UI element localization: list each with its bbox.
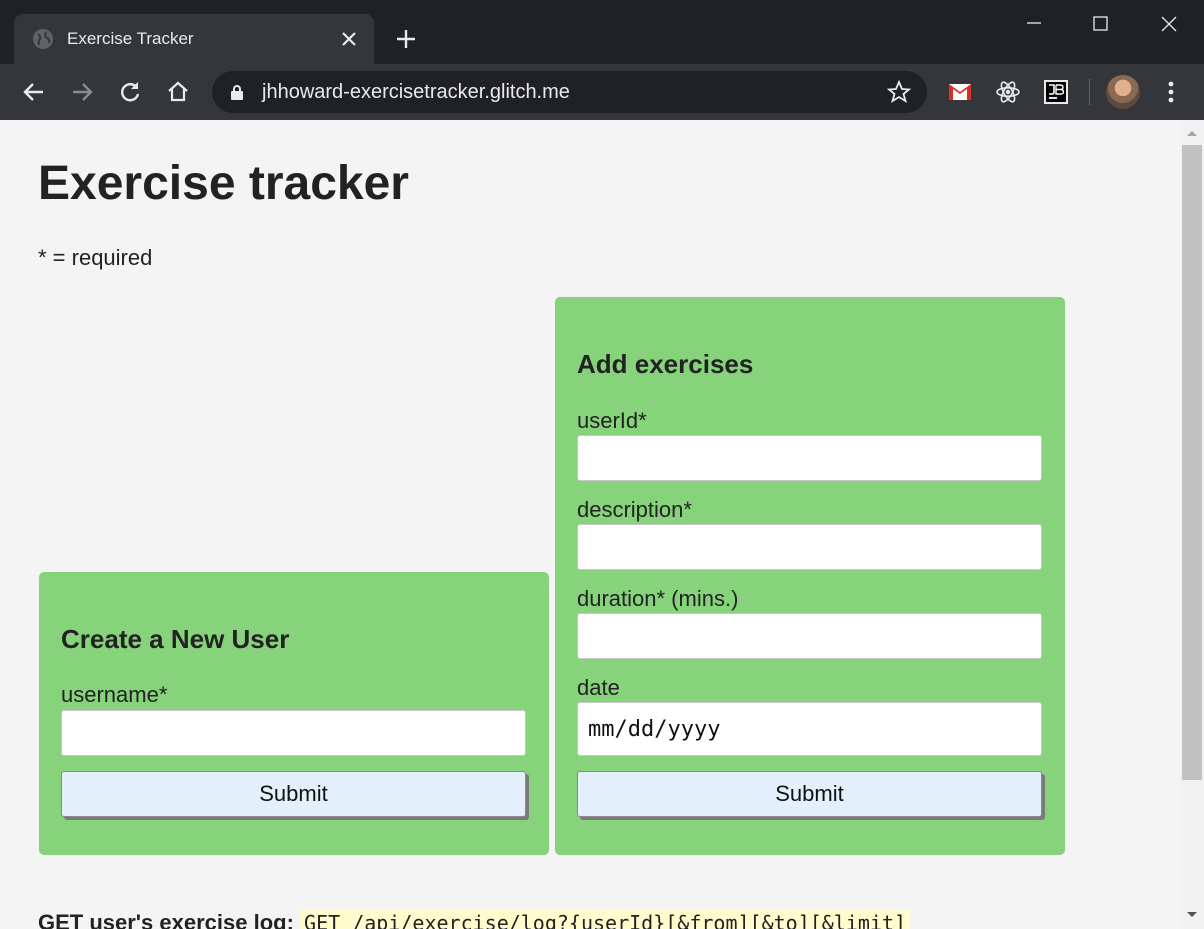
scrollbar-thumb[interactable]: [1182, 145, 1202, 780]
username-label: username*: [61, 682, 168, 707]
home-icon[interactable]: [165, 79, 191, 105]
globe-icon: [33, 29, 53, 49]
toolbar-divider: [1089, 79, 1090, 105]
description-label: description*: [577, 497, 692, 522]
duration-input[interactable]: [577, 613, 1042, 659]
jetbrains-icon[interactable]: [1043, 79, 1069, 105]
address-bar[interactable]: jhhoward-exercisetracker.glitch.me: [212, 71, 927, 113]
add-exercises-heading: Add exercises: [577, 349, 754, 379]
gmail-icon[interactable]: [947, 79, 973, 105]
new-tab-icon[interactable]: [394, 27, 418, 51]
lock-icon: [231, 85, 243, 100]
create-user-form: Create a New User username* Submit: [39, 572, 549, 855]
profile-avatar[interactable]: [1106, 75, 1140, 109]
date-input[interactable]: [577, 702, 1042, 756]
maximize-button[interactable]: [1079, 8, 1123, 40]
close-window-button[interactable]: [1147, 8, 1191, 40]
create-user-submit-button[interactable]: Submit: [61, 771, 526, 817]
back-arrow-icon[interactable]: [21, 79, 47, 105]
close-window-icon: [1161, 16, 1177, 32]
page-title: Exercise tracker: [38, 157, 409, 210]
page-content: Exercise tracker * = required Create a N…: [0, 120, 1180, 929]
minimize-icon: [1027, 22, 1041, 24]
browser-titlebar: Exercise Tracker: [0, 0, 1204, 64]
close-tab-icon[interactable]: [340, 30, 358, 48]
browser-toolbar: jhhoward-exercisetracker.glitch.me: [0, 64, 1204, 120]
date-label: date: [577, 675, 620, 700]
forward-arrow-icon[interactable]: [69, 79, 95, 105]
add-exercise-form: Add exercises userId* description* durat…: [555, 297, 1065, 855]
reload-icon[interactable]: [117, 79, 143, 105]
userid-input[interactable]: [577, 435, 1042, 481]
url-text: jhhoward-exercisetracker.glitch.me: [262, 81, 570, 103]
tab-title: Exercise Tracker: [67, 29, 194, 48]
exercise-log-info: GET user's exercise log: GET /api/exerci…: [38, 909, 911, 929]
duration-label: duration* (mins.): [577, 586, 739, 611]
minimize-button[interactable]: [1012, 8, 1056, 40]
create-user-heading: Create a New User: [61, 624, 290, 654]
react-devtools-icon[interactable]: [995, 79, 1021, 105]
maximize-icon: [1093, 16, 1108, 31]
bookmark-star-icon[interactable]: [887, 80, 911, 104]
more-options-icon[interactable]: [1158, 79, 1184, 105]
add-exercise-submit-button[interactable]: Submit: [577, 771, 1042, 817]
browser-tab[interactable]: Exercise Tracker: [14, 14, 374, 64]
scroll-up-arrow-icon[interactable]: [1186, 128, 1198, 138]
required-note: * = required: [38, 245, 153, 270]
userid-label: userId*: [577, 408, 647, 433]
description-input[interactable]: [577, 524, 1042, 570]
exercise-log-endpoint: GET /api/exercise/log?{userId}[&from][&t…: [300, 909, 911, 929]
page-scrollbar[interactable]: [1180, 120, 1204, 929]
scroll-down-arrow-icon[interactable]: [1186, 910, 1198, 920]
exercise-log-label: GET user's exercise log:: [38, 910, 294, 929]
username-input[interactable]: [61, 710, 526, 756]
